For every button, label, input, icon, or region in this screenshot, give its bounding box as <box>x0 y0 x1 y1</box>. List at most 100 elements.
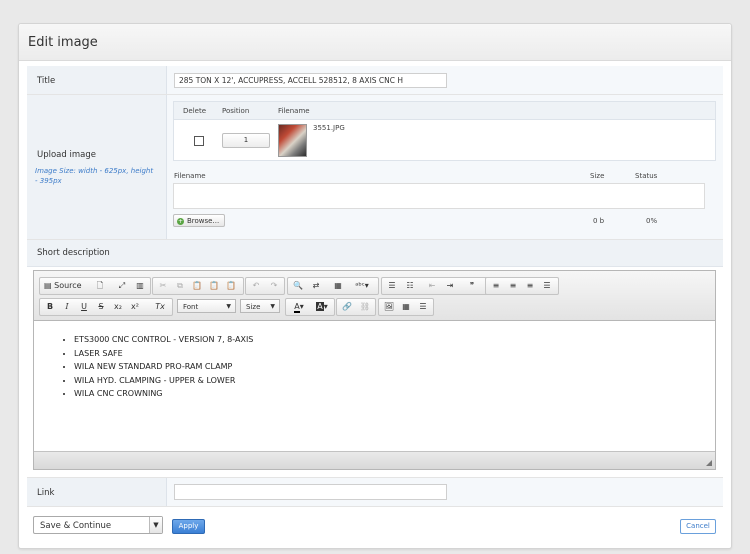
cut-button[interactable]: ✂ <box>155 278 171 294</box>
resize-handle-icon[interactable] <box>706 460 712 466</box>
align-left-button[interactable]: ≡ <box>488 278 504 294</box>
find-button[interactable]: 🔍 <box>290 278 306 294</box>
bullet-list-button[interactable]: ☷ <box>402 278 418 294</box>
link-input[interactable] <box>174 484 447 500</box>
blockquote-button[interactable]: ❞ <box>464 278 480 294</box>
replace-icon: ⇄ <box>312 281 320 290</box>
paste-word-icon: 📋 <box>226 281 236 290</box>
spellcheck-button[interactable]: ᵃᵇᶜ▾ <box>350 278 374 294</box>
plus-icon: + <box>177 218 184 225</box>
toolbar-group-document: ▤ Source 🗋 ⤢ ▥ <box>39 277 151 295</box>
link-button[interactable]: 🔗 <box>339 299 355 315</box>
upload-label-cell: Upload image Image Size: width - 625px, … <box>27 95 167 239</box>
outdent-button[interactable]: ⇤ <box>424 278 440 294</box>
title-label-cell: Title <box>27 66 167 94</box>
title-field-cell: 285 TON X 12', ACCUPRESS, ACCELL 528512,… <box>167 66 723 94</box>
description-list: ETS3000 CNC CONTROL - VERSION 7, 8-AXIS … <box>34 333 715 401</box>
find-icon: 🔍 <box>293 281 303 290</box>
table-button[interactable]: ▦ <box>398 299 414 315</box>
upload-status-value: 0% <box>646 217 658 225</box>
align-left-icon: ≡ <box>492 281 500 290</box>
upload-file-area[interactable] <box>173 183 705 209</box>
show-blocks-button[interactable]: ▥ <box>132 278 148 294</box>
list-item: LASER SAFE <box>74 347 715 361</box>
save-action-select[interactable]: Save & Continue ▼ <box>33 516 163 534</box>
title-row: Title 285 TON X 12', ACCUPRESS, ACCELL 5… <box>27 66 723 95</box>
bg-color-icon: A <box>316 302 324 311</box>
editor-content[interactable]: ETS3000 CNC CONTROL - VERSION 7, 8-AXIS … <box>34 321 715 463</box>
short-description-header: Short description <box>27 240 723 267</box>
horizontal-rule-button[interactable]: ☰ <box>415 299 431 315</box>
copy-button[interactable]: ⧉ <box>172 278 188 294</box>
bold-button[interactable]: B <box>42 299 58 315</box>
col-position: Position <box>222 107 250 115</box>
image-thumbnail[interactable] <box>278 124 307 157</box>
list-item: WILA NEW STANDARD PRO-RAM CLAMP <box>74 360 715 374</box>
new-filename-header: Filename <box>174 172 206 180</box>
delete-checkbox[interactable] <box>194 136 204 146</box>
unlink-icon: ⛓ <box>359 302 371 311</box>
justify-button[interactable]: ☰ <box>539 278 555 294</box>
col-filename: Filename <box>278 107 310 115</box>
show-blocks-icon: ▥ <box>136 281 144 290</box>
toolbar-group-colors: A▾ A▾ <box>285 298 335 316</box>
paste-icon: 📋 <box>192 281 202 290</box>
new-page-icon: 🗋 <box>96 281 104 290</box>
link-label: Link <box>37 488 55 498</box>
upload-size-value: 0 b <box>593 217 605 225</box>
strike-button[interactable]: S <box>93 299 109 315</box>
unlink-button[interactable]: ⛓ <box>357 299 373 315</box>
paste-button[interactable]: 📋 <box>189 278 205 294</box>
rich-text-editor: ▤ Source 🗋 ⤢ ▥ ✂ ⧉ 📋 📋 📋 ↶ ↷ 🔍 ⇄ ▦ ᵃᵇᶜ▾ … <box>33 270 716 470</box>
italic-button[interactable]: I <box>59 299 75 315</box>
subscript-button[interactable]: x₂ <box>110 299 126 315</box>
bg-color-button[interactable]: A▾ <box>311 299 333 315</box>
superscript-button[interactable]: x² <box>127 299 143 315</box>
numbered-list-icon: ☰ <box>388 281 396 290</box>
source-icon: ▤ <box>44 281 52 290</box>
edit-image-panel: Edit image Title 285 TON X 12', ACCUPRES… <box>18 23 732 549</box>
apply-button[interactable]: Apply <box>172 519 205 534</box>
indent-icon: ⇥ <box>446 281 454 290</box>
image-button[interactable]: 🖼 <box>381 299 397 315</box>
blockquote-icon: ❞ <box>469 281 475 290</box>
undo-icon: ↶ <box>252 281 260 290</box>
align-right-button[interactable]: ≡ <box>522 278 538 294</box>
panel-title: Edit image <box>19 24 731 61</box>
title-input[interactable]: 285 TON X 12', ACCUPRESS, ACCELL 528512,… <box>174 73 447 88</box>
toolbar-group-basic: B I U S x₂ x² Tx <box>39 298 173 316</box>
select-all-button[interactable]: ▦ <box>330 278 346 294</box>
new-page-button[interactable]: 🗋 <box>92 278 108 294</box>
paste-text-button[interactable]: 📋 <box>206 278 222 294</box>
col-delete: Delete <box>183 107 206 115</box>
position-input[interactable]: 1 <box>222 133 270 148</box>
redo-button[interactable]: ↷ <box>266 278 282 294</box>
indent-button[interactable]: ⇥ <box>442 278 458 294</box>
editor-statusbar <box>34 451 715 469</box>
align-right-icon: ≡ <box>526 281 534 290</box>
new-size-header: Size <box>590 172 605 180</box>
outdent-icon: ⇤ <box>428 281 436 290</box>
source-button[interactable]: ▤ Source <box>40 278 90 294</box>
numbered-list-button[interactable]: ☰ <box>384 278 400 294</box>
select-all-icon: ▦ <box>334 281 342 290</box>
undo-button[interactable]: ↶ <box>248 278 264 294</box>
browse-button[interactable]: + Browse... <box>173 214 225 227</box>
remove-format-button[interactable]: Tx <box>152 299 168 315</box>
cancel-button[interactable]: Cancel <box>680 519 716 534</box>
size-combo[interactable]: Size ▼ <box>240 299 280 313</box>
size-combo-label: Size <box>246 303 261 311</box>
editor-toolbar: ▤ Source 🗋 ⤢ ▥ ✂ ⧉ 📋 📋 📋 ↶ ↷ 🔍 ⇄ ▦ ᵃᵇᶜ▾ … <box>34 271 715 321</box>
maximize-button[interactable]: ⤢ <box>114 278 130 294</box>
upload-label: Upload image <box>37 150 96 160</box>
title-label: Title <box>37 76 56 86</box>
font-combo[interactable]: Font ▼ <box>177 299 236 313</box>
underline-button[interactable]: U <box>76 299 92 315</box>
table-icon: ▦ <box>402 302 410 311</box>
text-color-button[interactable]: A▾ <box>288 299 310 315</box>
replace-button[interactable]: ⇄ <box>308 278 324 294</box>
toolbar-group-links: 🔗 ⛓ <box>336 298 376 316</box>
paste-word-button[interactable]: 📋 <box>223 278 239 294</box>
link-field-cell <box>167 478 723 506</box>
align-center-button[interactable]: ≡ <box>505 278 521 294</box>
